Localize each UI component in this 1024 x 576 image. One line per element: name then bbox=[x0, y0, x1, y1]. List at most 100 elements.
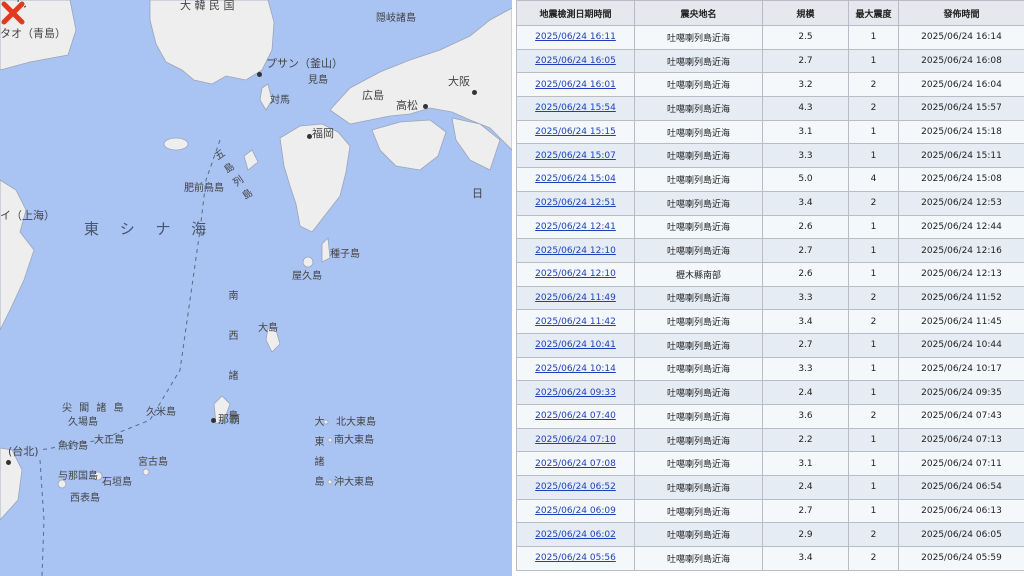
detect-time-cell[interactable]: 2025/06/24 05:56 bbox=[516, 546, 635, 571]
table-row[interactable]: 2025/06/24 06:52 吐噶喇列島近海 2.4 1 2025/06/24 06… bbox=[516, 475, 1024, 500]
published-time-cell: 2025/06/24 06:05 bbox=[898, 522, 1024, 548]
published-time-cell: 2025/06/24 06:13 bbox=[898, 498, 1024, 524]
table-row[interactable]: 2025/06/24 16:11 吐噶喇列島近海 2.5 1 2025/06/24 16… bbox=[516, 25, 1024, 50]
table-row[interactable]: 2025/06/24 09:33 吐噶喇列島近海 2.4 1 2025/06/24 09… bbox=[516, 380, 1024, 405]
label-kume: 久米島 bbox=[146, 407, 176, 418]
detect-time-cell[interactable]: 2025/06/24 10:14 bbox=[516, 356, 635, 382]
header-epicenter[interactable]: 震央地名 bbox=[634, 0, 763, 26]
table-row[interactable]: 2025/06/24 12:51 吐噶喇列島近海 3.4 2 2025/06/24 12… bbox=[516, 190, 1024, 216]
max-intensity-cell: 1 bbox=[848, 451, 899, 477]
detect-time-link[interactable]: 2025/06/24 07:10 bbox=[535, 435, 616, 445]
detect-time-cell[interactable]: 2025/06/24 12:10 bbox=[516, 238, 635, 263]
detect-time-cell[interactable]: 2025/06/24 15:07 bbox=[516, 143, 635, 169]
detect-time-link[interactable]: 2025/06/24 16:01 bbox=[535, 80, 616, 90]
table-row[interactable]: 2025/06/24 07:40 吐噶喇列島近海 3.6 2 2025/06/24 07… bbox=[516, 404, 1024, 429]
detect-time-cell[interactable]: 2025/06/24 11:49 bbox=[516, 285, 635, 311]
magnitude-cell: 3.4 bbox=[762, 190, 849, 216]
detect-time-cell[interactable]: 2025/06/24 12:10 bbox=[516, 261, 635, 287]
detect-time-cell[interactable]: 2025/06/24 10:41 bbox=[516, 332, 635, 358]
detect-time-cell[interactable]: 2025/06/24 07:10 bbox=[516, 427, 635, 453]
earthquake-table-panel[interactable]: 地震檢測日期時間 震央地名 規模 最大震度 發佈時間 2025/06/24 16… bbox=[516, 0, 1024, 576]
table-row[interactable]: 2025/06/24 12:10 櫪木縣南部 2.6 1 2025/06/24 12:1… bbox=[516, 261, 1024, 287]
table-row[interactable]: 2025/06/24 10:41 吐噶喇列島近海 2.7 1 2025/06/24 10… bbox=[516, 332, 1024, 358]
table-row[interactable]: 2025/06/24 06:09 吐噶喇列島近海 2.7 1 2025/06/24 06… bbox=[516, 498, 1024, 524]
max-intensity-cell: 1 bbox=[848, 332, 899, 358]
detect-time-link[interactable]: 2025/06/24 10:14 bbox=[535, 364, 616, 374]
table-row[interactable]: 2025/06/24 15:04 吐噶喇列島近海 5.0 4 2025/06/24 15… bbox=[516, 167, 1024, 192]
max-intensity-cell: 2 bbox=[848, 72, 899, 98]
detect-time-link[interactable]: 2025/06/24 06:09 bbox=[535, 506, 616, 516]
detect-time-cell[interactable]: 2025/06/24 15:54 bbox=[516, 96, 635, 121]
detect-time-link[interactable]: 2025/06/24 15:15 bbox=[535, 127, 616, 137]
detect-time-link[interactable]: 2025/06/24 12:51 bbox=[535, 198, 616, 208]
detect-time-link[interactable]: 2025/06/24 12:41 bbox=[535, 222, 616, 232]
table-row[interactable]: 2025/06/24 06:02 吐噶喇列島近海 2.9 2 2025/06/24 06… bbox=[516, 522, 1024, 548]
detect-time-link[interactable]: 2025/06/24 06:02 bbox=[535, 530, 616, 540]
detect-time-cell[interactable]: 2025/06/24 16:11 bbox=[516, 25, 635, 50]
magnitude-cell: 2.7 bbox=[762, 332, 849, 358]
detect-time-cell[interactable]: 2025/06/24 06:09 bbox=[516, 498, 635, 524]
epicenter-cell: 吐噶喇列島近海 bbox=[634, 72, 763, 98]
detect-time-cell[interactable]: 2025/06/24 15:04 bbox=[516, 167, 635, 192]
city-dot-takamatsu bbox=[423, 104, 428, 109]
table-row[interactable]: 2025/06/24 15:15 吐噶喇列島近海 3.1 1 2025/06/24 15… bbox=[516, 119, 1024, 145]
detect-time-link[interactable]: 2025/06/24 12:10 bbox=[535, 269, 616, 279]
table-row[interactable]: 2025/06/24 11:49 吐噶喇列島近海 3.3 2 2025/06/24 11… bbox=[516, 285, 1024, 311]
label-miyako: 宮古島 bbox=[138, 457, 168, 468]
magnitude-cell: 2.5 bbox=[762, 25, 849, 50]
detect-time-cell[interactable]: 2025/06/24 11:42 bbox=[516, 309, 635, 334]
detect-time-cell[interactable]: 2025/06/24 16:05 bbox=[516, 48, 635, 74]
epicenter-cell: 吐噶喇列島近海 bbox=[634, 475, 763, 500]
detect-time-link[interactable]: 2025/06/24 05:56 bbox=[535, 553, 616, 563]
detect-time-cell[interactable]: 2025/06/24 07:08 bbox=[516, 451, 635, 477]
detect-time-link[interactable]: 2025/06/24 15:07 bbox=[535, 151, 616, 161]
table-row[interactable]: 2025/06/24 07:10 吐噶喇列島近海 2.2 1 2025/06/24 07… bbox=[516, 427, 1024, 453]
land-jeju bbox=[163, 137, 189, 151]
detect-time-link[interactable]: 2025/06/24 09:33 bbox=[535, 388, 616, 398]
city-dot-taipei bbox=[6, 460, 11, 465]
detect-time-link[interactable]: 2025/06/24 07:08 bbox=[535, 459, 616, 469]
label-oki: 隠岐諸島 bbox=[376, 13, 416, 24]
epicenter-cell: 吐噶喇列島近海 bbox=[634, 451, 763, 477]
detect-time-link[interactable]: 2025/06/24 16:05 bbox=[535, 56, 616, 66]
table-row[interactable]: 2025/06/24 11:42 吐噶喇列島近海 3.4 2 2025/06/24 11… bbox=[516, 309, 1024, 334]
table-row[interactable]: 2025/06/24 07:08 吐噶喇列島近海 3.1 1 2025/06/24 07… bbox=[516, 451, 1024, 477]
detect-time-link[interactable]: 2025/06/24 07:40 bbox=[535, 411, 616, 421]
table-row[interactable]: 2025/06/24 12:41 吐噶喇列島近海 2.6 1 2025/06/24 12… bbox=[516, 214, 1024, 240]
detect-time-link[interactable]: 2025/06/24 12:10 bbox=[535, 246, 616, 256]
table-row[interactable]: 2025/06/24 12:10 吐噶喇列島近海 2.7 1 2025/06/24 12… bbox=[516, 238, 1024, 263]
header-magnitude[interactable]: 規模 bbox=[762, 0, 849, 26]
detect-time-link[interactable]: 2025/06/24 16:11 bbox=[535, 32, 616, 42]
land-minamidaito bbox=[327, 437, 333, 443]
detect-time-link[interactable]: 2025/06/24 10:41 bbox=[535, 340, 616, 350]
detect-time-cell[interactable]: 2025/06/24 07:40 bbox=[516, 404, 635, 429]
map-land-layer bbox=[0, 0, 512, 576]
table-row[interactable]: 2025/06/24 16:01 吐噶喇列島近海 3.2 2 2025/06/24 16… bbox=[516, 72, 1024, 98]
epicenter-marker-icon[interactable] bbox=[0, 0, 26, 26]
detect-time-cell[interactable]: 2025/06/24 06:02 bbox=[516, 522, 635, 548]
detect-time-link[interactable]: 2025/06/24 11:49 bbox=[535, 293, 616, 303]
label-qingdao: タオ（青島） bbox=[0, 27, 66, 40]
table-row[interactable]: 2025/06/24 15:07 吐噶喇列島近海 3.3 1 2025/06/24 15… bbox=[516, 143, 1024, 169]
header-detect-time[interactable]: 地震檢測日期時間 bbox=[516, 0, 635, 26]
table-row[interactable]: 2025/06/24 16:05 吐噶喇列島近海 2.7 1 2025/06/24 16… bbox=[516, 48, 1024, 74]
detect-time-cell[interactable]: 2025/06/24 12:41 bbox=[516, 214, 635, 240]
detect-time-cell[interactable]: 2025/06/24 15:15 bbox=[516, 119, 635, 145]
magnitude-cell: 2.7 bbox=[762, 238, 849, 263]
header-published[interactable]: 發佈時間 bbox=[898, 0, 1024, 26]
table-row[interactable]: 2025/06/24 15:54 吐噶喇列島近海 4.3 2 2025/06/24 15… bbox=[516, 96, 1024, 121]
detect-time-link[interactable]: 2025/06/24 06:52 bbox=[535, 482, 616, 492]
detect-time-cell[interactable]: 2025/06/24 06:52 bbox=[516, 475, 635, 500]
detect-time-link[interactable]: 2025/06/24 11:42 bbox=[535, 317, 616, 327]
land-yakushima bbox=[302, 256, 314, 268]
detect-time-cell[interactable]: 2025/06/24 16:01 bbox=[516, 72, 635, 98]
header-max-intensity[interactable]: 最大震度 bbox=[848, 0, 899, 26]
detect-time-link[interactable]: 2025/06/24 15:54 bbox=[535, 103, 616, 113]
detect-time-cell[interactable]: 2025/06/24 09:33 bbox=[516, 380, 635, 405]
epicenter-map[interactable]: 大 韓 民 国 タオ（青島） プサン（釜山） 隠岐諸島 見島 対馬 広島 高松 … bbox=[0, 0, 512, 576]
label-mishima: 見島 bbox=[308, 75, 328, 86]
table-row[interactable]: 2025/06/24 05:56 吐噶喇列島近海 3.4 2 2025/06/24 05… bbox=[516, 546, 1024, 571]
table-row[interactable]: 2025/06/24 10:14 吐噶喇列島近海 3.3 1 2025/06/24 10… bbox=[516, 356, 1024, 382]
detect-time-link[interactable]: 2025/06/24 15:04 bbox=[535, 174, 616, 184]
detect-time-cell[interactable]: 2025/06/24 12:51 bbox=[516, 190, 635, 216]
